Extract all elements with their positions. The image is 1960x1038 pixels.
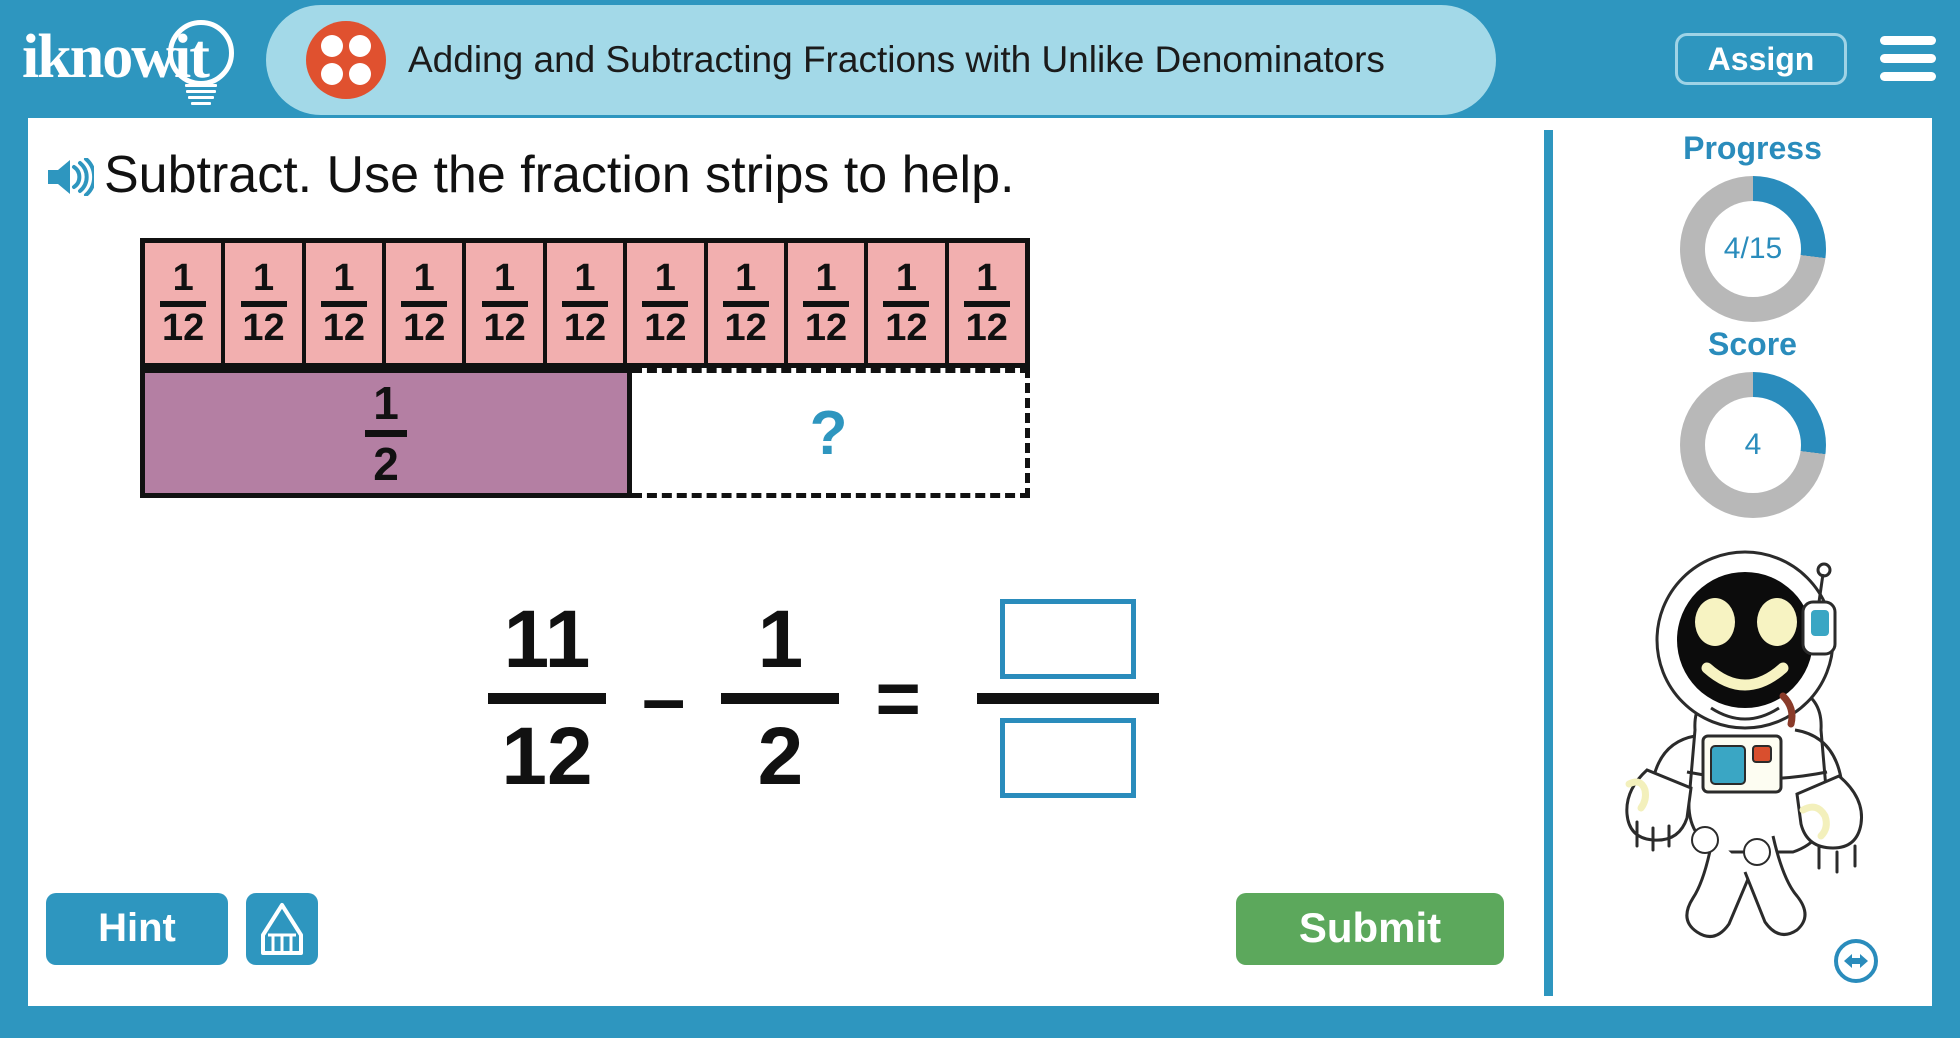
first-denominator: 12 bbox=[501, 710, 593, 802]
status-panel: Progress 4/15 Score 4 bbox=[1573, 118, 1932, 1006]
question-mark-symbol: ? bbox=[809, 398, 848, 468]
one-half-bar: 1 2 bbox=[140, 368, 632, 498]
cell-numerator: 1 bbox=[976, 257, 998, 299]
minus-operator: – bbox=[642, 654, 686, 742]
cell-denominator: 12 bbox=[483, 307, 526, 349]
cell-numerator: 1 bbox=[494, 257, 516, 299]
progress-donut: 4/15 bbox=[1680, 176, 1826, 322]
score-value: 4 bbox=[1705, 397, 1801, 493]
equation-row: 11 12 – 1 2 = bbox=[488, 588, 1159, 808]
brand-logo[interactable]: iknowit bbox=[22, 14, 237, 106]
cell-denominator: 12 bbox=[403, 307, 446, 349]
lesson-title: Adding and Subtracting Fractions with Un… bbox=[408, 39, 1385, 80]
fraction-cell: 1 12 bbox=[386, 243, 467, 363]
second-denominator: 2 bbox=[757, 710, 804, 802]
fraction-cell: 1 12 bbox=[546, 243, 628, 363]
cell-numerator: 1 bbox=[413, 257, 435, 299]
app-header: iknowit Adding and Subtracting Fractions… bbox=[0, 0, 1960, 118]
cell-denominator: 12 bbox=[162, 307, 205, 349]
resize-horizontal-icon[interactable] bbox=[1833, 938, 1879, 984]
unknown-difference-bar: ? bbox=[632, 368, 1030, 498]
lesson-card: Subtract. Use the fraction strips to hel… bbox=[28, 118, 1932, 1006]
answer-numerator-input[interactable] bbox=[999, 598, 1136, 679]
cell-numerator: 1 bbox=[574, 257, 596, 299]
pencil-button[interactable] bbox=[246, 893, 318, 965]
lightbulb-icon bbox=[168, 20, 234, 86]
equals-operator: = bbox=[875, 654, 921, 742]
speaker-icon[interactable] bbox=[46, 157, 97, 197]
half-strip-row: 1 2 ? bbox=[140, 368, 1030, 498]
fraction-cell: 1 12 bbox=[868, 243, 949, 363]
progress-label: Progress bbox=[1683, 130, 1822, 166]
assign-button[interactable]: Assign bbox=[1675, 33, 1847, 85]
twelfths-strip-row: 1 12 1 12 1 12 1 12 1 12 1 12 1 12 1 12 1 12 1 12 … bbox=[140, 238, 1030, 368]
fraction-cell: 1 12 bbox=[787, 243, 869, 363]
cell-numerator: 1 bbox=[654, 257, 676, 299]
first-numerator: 11 bbox=[503, 593, 591, 685]
first-fraction: 11 12 bbox=[488, 593, 606, 802]
second-fraction: 1 2 bbox=[721, 593, 840, 802]
cell-denominator: 12 bbox=[242, 307, 285, 349]
score-donut: 4 bbox=[1680, 372, 1826, 518]
progress-value: 4/15 bbox=[1705, 201, 1801, 297]
fraction-cell: 1 12 bbox=[225, 243, 306, 363]
cell-denominator: 12 bbox=[644, 307, 687, 349]
cell-denominator: 12 bbox=[965, 307, 1008, 349]
question-prompt: Subtract. Use the fraction strips to hel… bbox=[104, 146, 1015, 204]
fraction-cell: 1 12 bbox=[145, 243, 226, 363]
cell-denominator: 12 bbox=[724, 307, 767, 349]
half-numerator: 1 bbox=[373, 376, 399, 429]
fraction-cell: 1 12 bbox=[948, 243, 1025, 363]
half-denominator: 2 bbox=[373, 437, 399, 490]
fraction-cell: 1 12 bbox=[707, 243, 788, 363]
lesson-title-pill: Adding and Subtracting Fractions with Un… bbox=[266, 5, 1496, 115]
astronaut-mascot bbox=[1607, 540, 1907, 942]
cell-denominator: 12 bbox=[885, 307, 928, 349]
panel-divider bbox=[1544, 130, 1553, 996]
cell-numerator: 1 bbox=[172, 257, 194, 299]
second-numerator: 1 bbox=[757, 593, 804, 685]
cell-numerator: 1 bbox=[252, 257, 275, 299]
fraction-cell: 1 12 bbox=[627, 243, 708, 363]
cell-numerator: 1 bbox=[895, 257, 917, 299]
answer-fraction bbox=[976, 598, 1159, 798]
cell-denominator: 12 bbox=[322, 307, 366, 349]
cell-numerator: 1 bbox=[333, 257, 355, 299]
lightbulb-base-icon bbox=[185, 84, 217, 108]
fraction-cell: 1 12 bbox=[466, 243, 547, 363]
submit-button[interactable]: Submit bbox=[1236, 893, 1504, 965]
answer-denominator-input[interactable] bbox=[999, 717, 1136, 798]
cell-numerator: 1 bbox=[815, 257, 837, 299]
hamburger-menu-icon[interactable] bbox=[1880, 36, 1936, 82]
four-dot-circle-icon bbox=[306, 21, 386, 99]
hint-button[interactable]: Hint bbox=[46, 893, 228, 965]
cell-denominator: 12 bbox=[804, 307, 848, 349]
fraction-cell: 1 12 bbox=[305, 243, 387, 363]
score-label: Score bbox=[1708, 326, 1797, 362]
fraction-strip-model: 1 12 1 12 1 12 1 12 1 12 1 12 1 12 1 12 1 12 1 12 … bbox=[140, 238, 1030, 498]
cell-denominator: 12 bbox=[563, 307, 607, 349]
cell-numerator: 1 bbox=[735, 257, 757, 299]
